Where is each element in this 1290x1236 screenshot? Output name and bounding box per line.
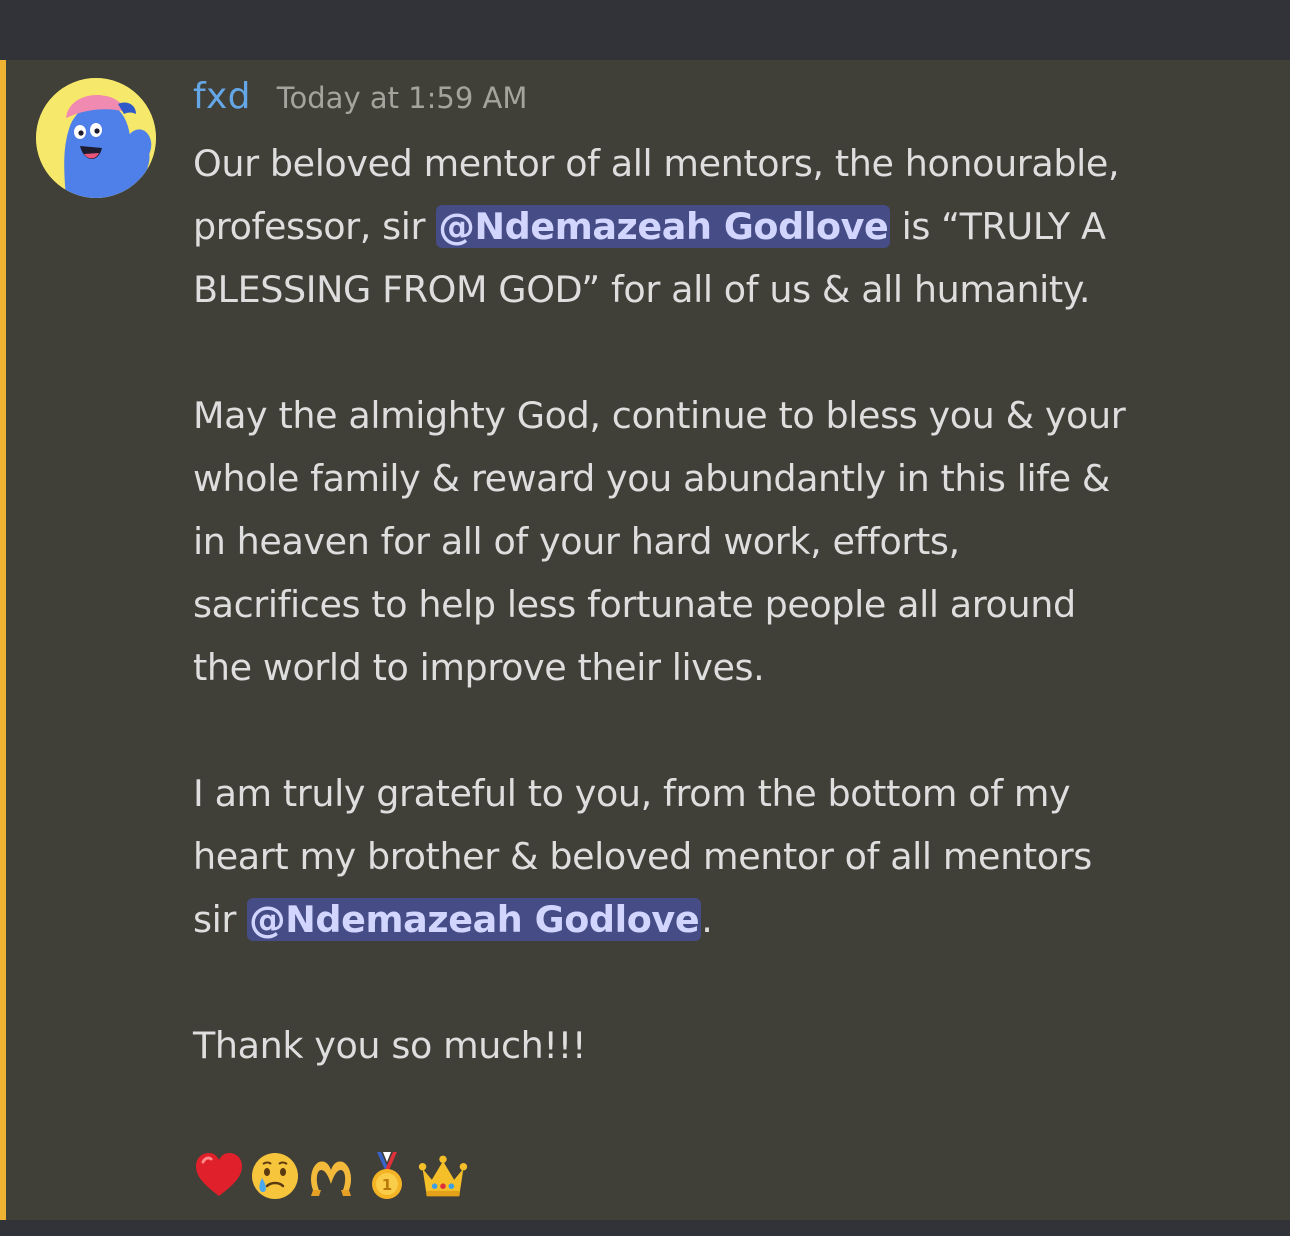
username[interactable]: fxd: [193, 76, 251, 117]
bottom-bar: [0, 1220, 1290, 1236]
message-line: sacrifices to help less fortunate people…: [193, 583, 1076, 626]
face-holding-back-tears-icon: [249, 1150, 301, 1202]
message-line: in heaven for all of your hard work, eff…: [193, 520, 960, 563]
message-line: the world to improve their lives.: [193, 646, 765, 689]
message-line: sir @Ndemazeah Godlove.: [193, 888, 1273, 951]
paragraph-break: [193, 699, 1273, 762]
message-highlighted[interactable]: fxd Today at 1:59 AM Our beloved mentor …: [0, 60, 1290, 1220]
mention-highlight-bar: [0, 60, 6, 1220]
red-heart-icon: [193, 1150, 245, 1202]
paragraph-break: [193, 321, 1273, 384]
message-line: professor, sir @Ndemazeah Godlove is “TR…: [193, 195, 1273, 258]
message-line: Our beloved mentor of all mentors, the h…: [193, 142, 1120, 185]
heart-hands-icon: [305, 1150, 357, 1202]
message-header: fxd Today at 1:59 AM: [193, 76, 527, 126]
crown-icon: [417, 1150, 469, 1202]
paragraph-break: [193, 951, 1273, 1014]
message-line: Thank you so much!!!: [193, 1024, 587, 1067]
timestamp[interactable]: Today at 1:59 AM: [277, 81, 528, 115]
first-place-medal-icon: 1: [361, 1150, 413, 1202]
line-text: sir: [193, 898, 248, 941]
line-text: professor, sir: [193, 205, 437, 248]
message-content: Our beloved mentor of all mentors, the h…: [193, 132, 1273, 1077]
svg-text:1: 1: [382, 1176, 392, 1194]
emoji-row: 1: [193, 1146, 469, 1206]
message-line: whole family & reward you abundantly in …: [193, 457, 1110, 500]
line-text: .: [701, 898, 713, 941]
user-mention[interactable]: @Ndemazeah Godlove: [436, 205, 891, 248]
line-text: is “TRULY A: [890, 205, 1106, 248]
avatar-blue-character-icon: [36, 78, 156, 198]
message-line: BLESSING FROM GOD” for all of us & all h…: [193, 268, 1091, 311]
message-line: heart my brother & beloved mentor of all…: [193, 835, 1092, 878]
top-bar: [0, 0, 1290, 60]
message-line: May the almighty God, continue to bless …: [193, 394, 1126, 437]
message-line: I am truly grateful to you, from the bot…: [193, 772, 1071, 815]
avatar[interactable]: [36, 78, 156, 198]
user-mention[interactable]: @Ndemazeah Godlove: [247, 898, 702, 941]
